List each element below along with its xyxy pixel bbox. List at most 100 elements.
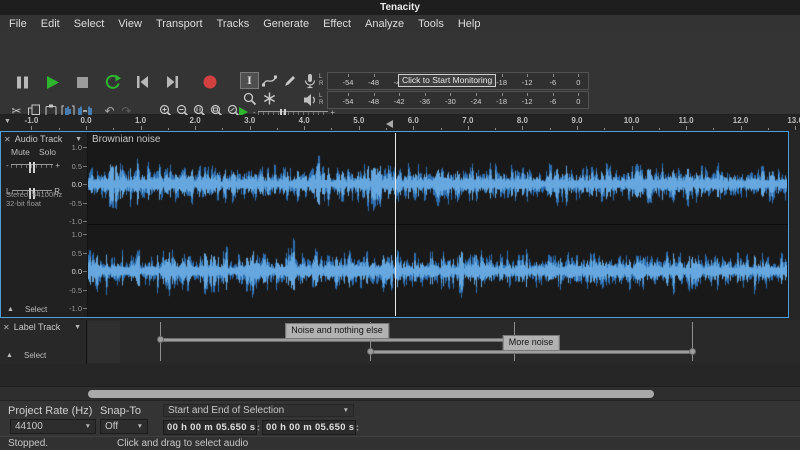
menu-tools[interactable]: Tools [411,15,451,33]
playback-meter-strip[interactable]: -54-48-42-36-30-24-18-12-60 [327,91,589,109]
amplitude-ruler-label: -0.5 [1,286,82,295]
skip-to-end-icon [165,75,180,89]
menu-generate[interactable]: Generate [256,15,316,33]
menu-help[interactable]: Help [451,15,488,33]
menu-tracks[interactable]: Tracks [210,15,257,33]
label-track-title[interactable]: Label Track [14,322,61,332]
label-track[interactable]: Noise and nothing else More noise ✕ Label… [0,320,800,364]
collapse-track-icon[interactable]: ▲ [6,352,13,359]
menu-select[interactable]: Select [67,15,112,33]
timeline-ruler[interactable]: ▼ -1.00.01.02.03.04.05.06.07.08.09.010.0… [0,115,800,131]
spinner-icon[interactable]: ▴▾ [257,424,259,432]
timeline-minor-tick [604,128,605,130]
record-button[interactable] [198,70,222,94]
meter-tick-label: -36 [414,97,436,106]
meter-tick [527,74,528,77]
label-track-panel[interactable]: ✕ Label Track ▼ ▲ Select [0,320,87,364]
label-handle[interactable] [689,348,696,355]
amplitude-ruler-tick [83,184,87,185]
audio-track-panel[interactable]: ✕ Audio Track ▼ Mute Solo - + L R Stereo… [1,132,88,317]
skip-to-end-button[interactable] [160,70,184,94]
label-boundary-stalk[interactable] [692,322,693,361]
menu-view[interactable]: View [111,15,149,33]
skip-to-start-icon [135,75,150,89]
multi-tool-button[interactable] [260,90,279,107]
meter-tick-label: -12 [516,97,538,106]
track-menu-icon[interactable]: ▼ [74,324,81,331]
meter-tick-label: -18 [491,97,513,106]
horizontal-scrollbar[interactable] [0,386,800,400]
monitor-hint[interactable]: Click to Start Monitoring [398,74,496,87]
track-menu-icon[interactable]: ▼ [75,136,82,143]
loop-icon [104,74,121,90]
selection-mode-select[interactable]: Start and End of Selection▼ [163,404,354,417]
menu-file[interactable]: File [2,15,34,33]
record-meter-strip[interactable]: Click to Start Monitoring -54-48-42-36-3… [327,72,589,90]
timeline-tick-label: 6.0 [400,116,426,125]
timeline-major-tick [195,126,196,130]
timeline-tick-label: 0.0 [73,116,99,125]
meter-tick-label: -48 [363,78,385,87]
meter-tick [553,74,554,77]
timeline-tick-label: 12.0 [728,116,754,125]
label-handle[interactable] [367,348,374,355]
loop-button[interactable] [100,70,124,94]
menu-transport[interactable]: Transport [149,15,210,33]
project-rate-select[interactable]: 44100▼ [10,419,96,434]
stop-button[interactable] [70,70,94,94]
timeline-tick-label: 2.0 [182,116,208,125]
playhead-marker[interactable] [386,120,393,128]
timeline-minor-tick [713,128,714,130]
pause-icon [15,75,30,90]
menu-edit[interactable]: Edit [34,15,67,33]
timeline-minor-tick [331,128,332,130]
spinner-icon[interactable]: ▴▾ [356,424,358,432]
titlebar[interactable]: Tenacity [0,0,800,15]
audio-track[interactable]: ✕ Audio Track ▼ Mute Solo - + L R Stereo… [0,131,789,318]
zoom-tool-button[interactable] [240,90,259,107]
timeline-major-tick [304,126,305,130]
label-track-content[interactable]: Noise and nothing else More noise [0,320,800,364]
horizontal-scrollbar-thumb[interactable] [88,390,654,398]
timeline-minor-tick [113,128,114,130]
amplitude-ruler-tick [83,221,87,222]
meter-tick-label: -6 [542,78,564,87]
chevron-down-icon: ▼ [85,423,91,430]
amplitude-ruler-tick [83,271,87,272]
draw-tool-button[interactable] [280,72,299,89]
label-flag[interactable]: More noise [503,335,560,351]
meter-tick-label: 0 [567,97,589,106]
waveform-canvas[interactable] [88,134,787,316]
skip-to-start-button[interactable] [130,70,154,94]
envelope-tool-button[interactable] [260,72,279,89]
meter-tick [578,74,579,77]
snap-to-select[interactable]: Off▼ [100,419,148,434]
timeline-minor-tick [550,128,551,130]
selection-start-field[interactable]: 00 h 00 m 05.650 s ▴▾ [163,420,257,435]
amplitude-ruler-tick [83,290,87,291]
meter-tick-label: -30 [439,97,461,106]
timeline-major-tick [577,126,578,130]
play-button[interactable] [40,70,64,94]
draw-tool-icon [283,74,297,88]
timeline-options-icon[interactable]: ▼ [4,118,11,125]
timeline-tick-label: 5.0 [346,116,372,125]
timeline-major-tick [86,126,87,130]
selection-tool-button[interactable]: I [240,72,259,89]
amplitude-ruler-label: 0.5 [1,162,82,171]
playback-meter[interactable]: LR -54-48-42-36-30-24-18-12-60 [303,91,589,109]
selection-end-field[interactable]: 00 h 00 m 05.650 s ▴▾ [262,420,356,435]
recording-meter[interactable]: LR Click to Start Monitoring -54-48-42-3… [303,72,589,90]
meter-tick [553,93,554,96]
selection-toolbar: Project Rate (Hz) 44100▼ Snap-To Off▼ St… [0,400,800,436]
close-track-icon[interactable]: ✕ [3,323,10,332]
label-flag[interactable]: Noise and nothing else [285,323,389,339]
pause-button[interactable] [10,70,34,94]
timeline-tick-label: -1.0 [18,116,44,125]
label-track-select-button[interactable]: Select [24,351,46,360]
meter-tick [476,93,477,96]
menu-analyze[interactable]: Analyze [358,15,411,33]
stop-icon [75,75,90,90]
label-handle[interactable] [157,336,164,343]
menu-effect[interactable]: Effect [316,15,358,33]
